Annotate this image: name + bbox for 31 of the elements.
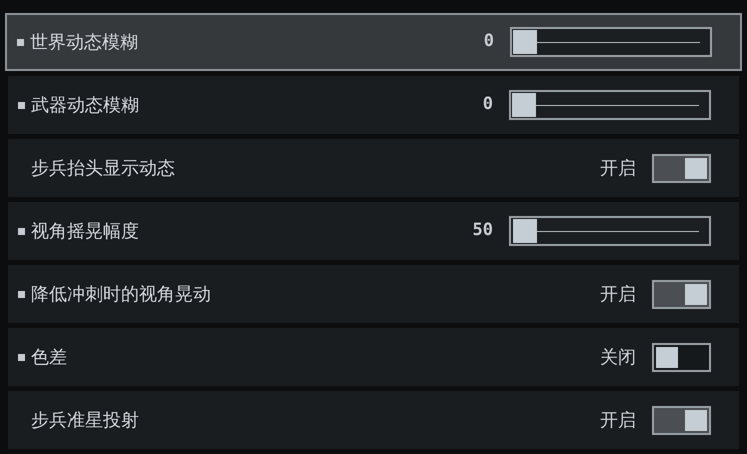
setting-label: 降低冲刺时的视角晃动 [31,282,211,306]
setting-label: 世界动态模糊 [30,30,138,54]
slider-thumb[interactable] [512,93,536,117]
setting-row[interactable]: 视角摇晃幅度 50 [8,202,739,260]
slider[interactable] [509,216,711,246]
toggle-switch[interactable] [652,154,711,182]
toggle-switch[interactable] [652,280,711,308]
setting-label: 武器动态模糊 [31,94,139,118]
setting-label: 视角摇晃幅度 [31,220,139,244]
slider-value: 0 [482,93,493,116]
slider[interactable] [510,27,712,57]
setting-label: 步兵抬头显示动态 [31,156,175,180]
setting-row[interactable]: 步兵准星投射 开启 [8,391,739,449]
setting-row[interactable]: 降低冲刺时的视角晃动 开启 [8,265,739,323]
setting-label: 步兵准星投射 [31,408,139,432]
slider-thumb[interactable] [513,30,537,54]
slider[interactable] [509,90,711,120]
setting-row[interactable]: 步兵抬头显示动态 开启 [8,139,739,197]
slider-thumb[interactable] [512,219,537,243]
toggle-state: 开启 [600,156,636,180]
toggle-state: 开启 [600,282,636,306]
slider-value: 50 [472,219,493,242]
setting-row[interactable]: 世界动态模糊 0 [5,13,742,71]
toggle-switch[interactable] [652,406,711,434]
toggle-state: 关闭 [600,346,636,370]
setting-row[interactable]: 色差 关闭 [8,328,739,386]
setting-label: 色差 [31,346,67,370]
setting-row[interactable]: 武器动态模糊 0 [8,76,739,134]
toggle-state: 开启 [600,408,636,432]
slider-value: 0 [484,30,494,54]
toggle-switch[interactable] [652,342,711,372]
